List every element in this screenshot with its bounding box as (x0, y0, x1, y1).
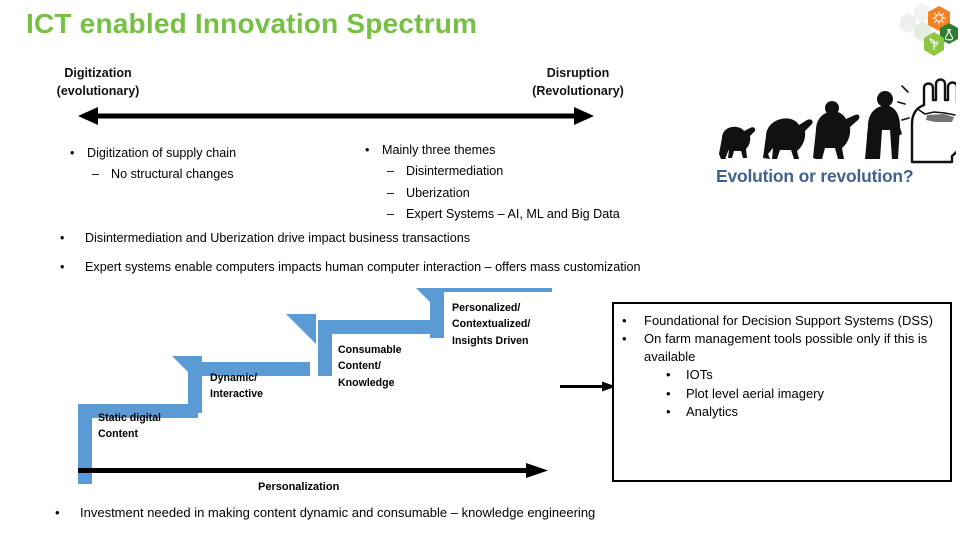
bullet-marker: – (387, 207, 395, 222)
info-box-bullet-list: • Foundational for Decision Support Syste… (622, 312, 940, 420)
final-bullet-text: Investment needed in making content dyna… (80, 505, 596, 520)
bullet-marker: • (622, 313, 627, 328)
bullet-marker: • (666, 367, 671, 383)
info-box-bullet-item: • IOTs (622, 366, 940, 383)
wide-bullet-item: • Expert systems enable computers impacts… (60, 257, 860, 278)
bullet-marker: – (92, 167, 100, 182)
disruption-line1: Disruption (546, 66, 610, 80)
page-title: ICT enabled Innovation Spectrum (26, 8, 478, 39)
digitization-line1: Digitization (64, 66, 132, 80)
final-bullet-row: • Investment needed in making content dy… (55, 502, 935, 524)
bullet-marker: • (55, 505, 60, 520)
bullet-marker: • (60, 231, 65, 245)
info-box-bullet-text: Plot level aerial imagery (686, 385, 825, 401)
left-bullet-text: Digitization of supply chain (87, 146, 237, 160)
info-box-bullet-item: • Foundational for Decision Support Syste… (622, 312, 940, 329)
bullet-marker: – (387, 164, 395, 179)
right-bullet-item: – Disintermediation (365, 161, 715, 182)
bullet-marker: • (666, 385, 671, 401)
right-bullet-text: Mainly three themes (382, 143, 496, 157)
spectrum-double-arrow-icon (78, 104, 594, 128)
left-bullet-text: No structural changes (111, 167, 234, 182)
brand-logo (890, 0, 960, 66)
step-label-consumable-content-knowledge: Consumable Content/ Knowledge (338, 344, 402, 389)
right-bullet-text: Expert Systems – AI, ML and Big Data (406, 207, 620, 222)
info-box-bullet-item: • Plot level aerial imagery (622, 385, 940, 402)
info-box-bullet-text: Foundational for Decision Support System… (644, 313, 934, 328)
decision-support-info-box: • Foundational for Decision Support Syste… (612, 302, 952, 482)
evolution-caption: Evolution or revolution? (716, 166, 914, 186)
info-box-bullet-text: IOTs (686, 367, 713, 383)
disruption-line2: (Revolutionary) (532, 84, 624, 99)
spectrum-label-disruption: Disruption (Revolutionary) (508, 64, 648, 100)
bullet-marker: • (70, 146, 75, 160)
spectrum-label-digitization: Digitization (evolutionary) (30, 64, 166, 100)
right-bullet-item: – Uberization (365, 183, 715, 204)
right-bullet-item: • Mainly three themes (365, 140, 715, 161)
left-bullet-list: • Digitization of supply chain – No structu… (70, 143, 370, 186)
content-maturity-staircase: Static digital Content Dynamic/ Interact… (60, 272, 620, 488)
right-bullet-item: – Expert Systems – AI, ML and Big Data (365, 204, 715, 225)
wide-bullet-text: Expert systems enable computers impacts … (85, 260, 641, 275)
bullet-marker: • (622, 331, 627, 347)
bullet-marker: • (666, 404, 671, 420)
step-label-dynamic-interactive: Dynamic/ Interactive (210, 372, 263, 401)
wide-bullet-list: • Disintermediation and Uberization drive… (60, 228, 860, 287)
info-box-bullet-item: • Analytics (622, 403, 940, 420)
right-bullet-text: Uberization (406, 185, 470, 200)
personalization-axis-arrow-icon (78, 462, 548, 480)
info-box-bullet-text: Analytics (686, 404, 739, 420)
bullet-marker: – (387, 185, 395, 200)
step-label-static-digital-content: Static digital Content (98, 412, 161, 441)
step-label-personalized-contextualized: Personalized/ Contextualized/ Insights D… (452, 302, 531, 347)
bullet-marker: • (60, 260, 65, 275)
wide-bullet-item: • Disintermediation and Uberization drive… (60, 228, 860, 249)
evolution-illustration-icon (706, 58, 960, 170)
digitization-line2: (evolutionary) (56, 84, 140, 99)
info-box-bullet-item: • On farm management tools possible only … (622, 330, 940, 365)
right-bullet-text: Disintermediation (406, 164, 504, 179)
info-box-bullet-text: On farm management tools possible only i… (644, 331, 928, 364)
feed-arrow-icon (560, 380, 616, 394)
wide-bullet-text: Disintermediation and Uberization drive … (85, 231, 470, 245)
bullet-marker: • (365, 143, 370, 157)
left-bullet-item: – No structural changes (70, 164, 370, 185)
left-bullet-item: • Digitization of supply chain (70, 143, 370, 164)
right-bullet-list: • Mainly three themes – Disintermediation – U… (365, 140, 715, 226)
personalization-axis-label: Personalization (258, 481, 340, 493)
